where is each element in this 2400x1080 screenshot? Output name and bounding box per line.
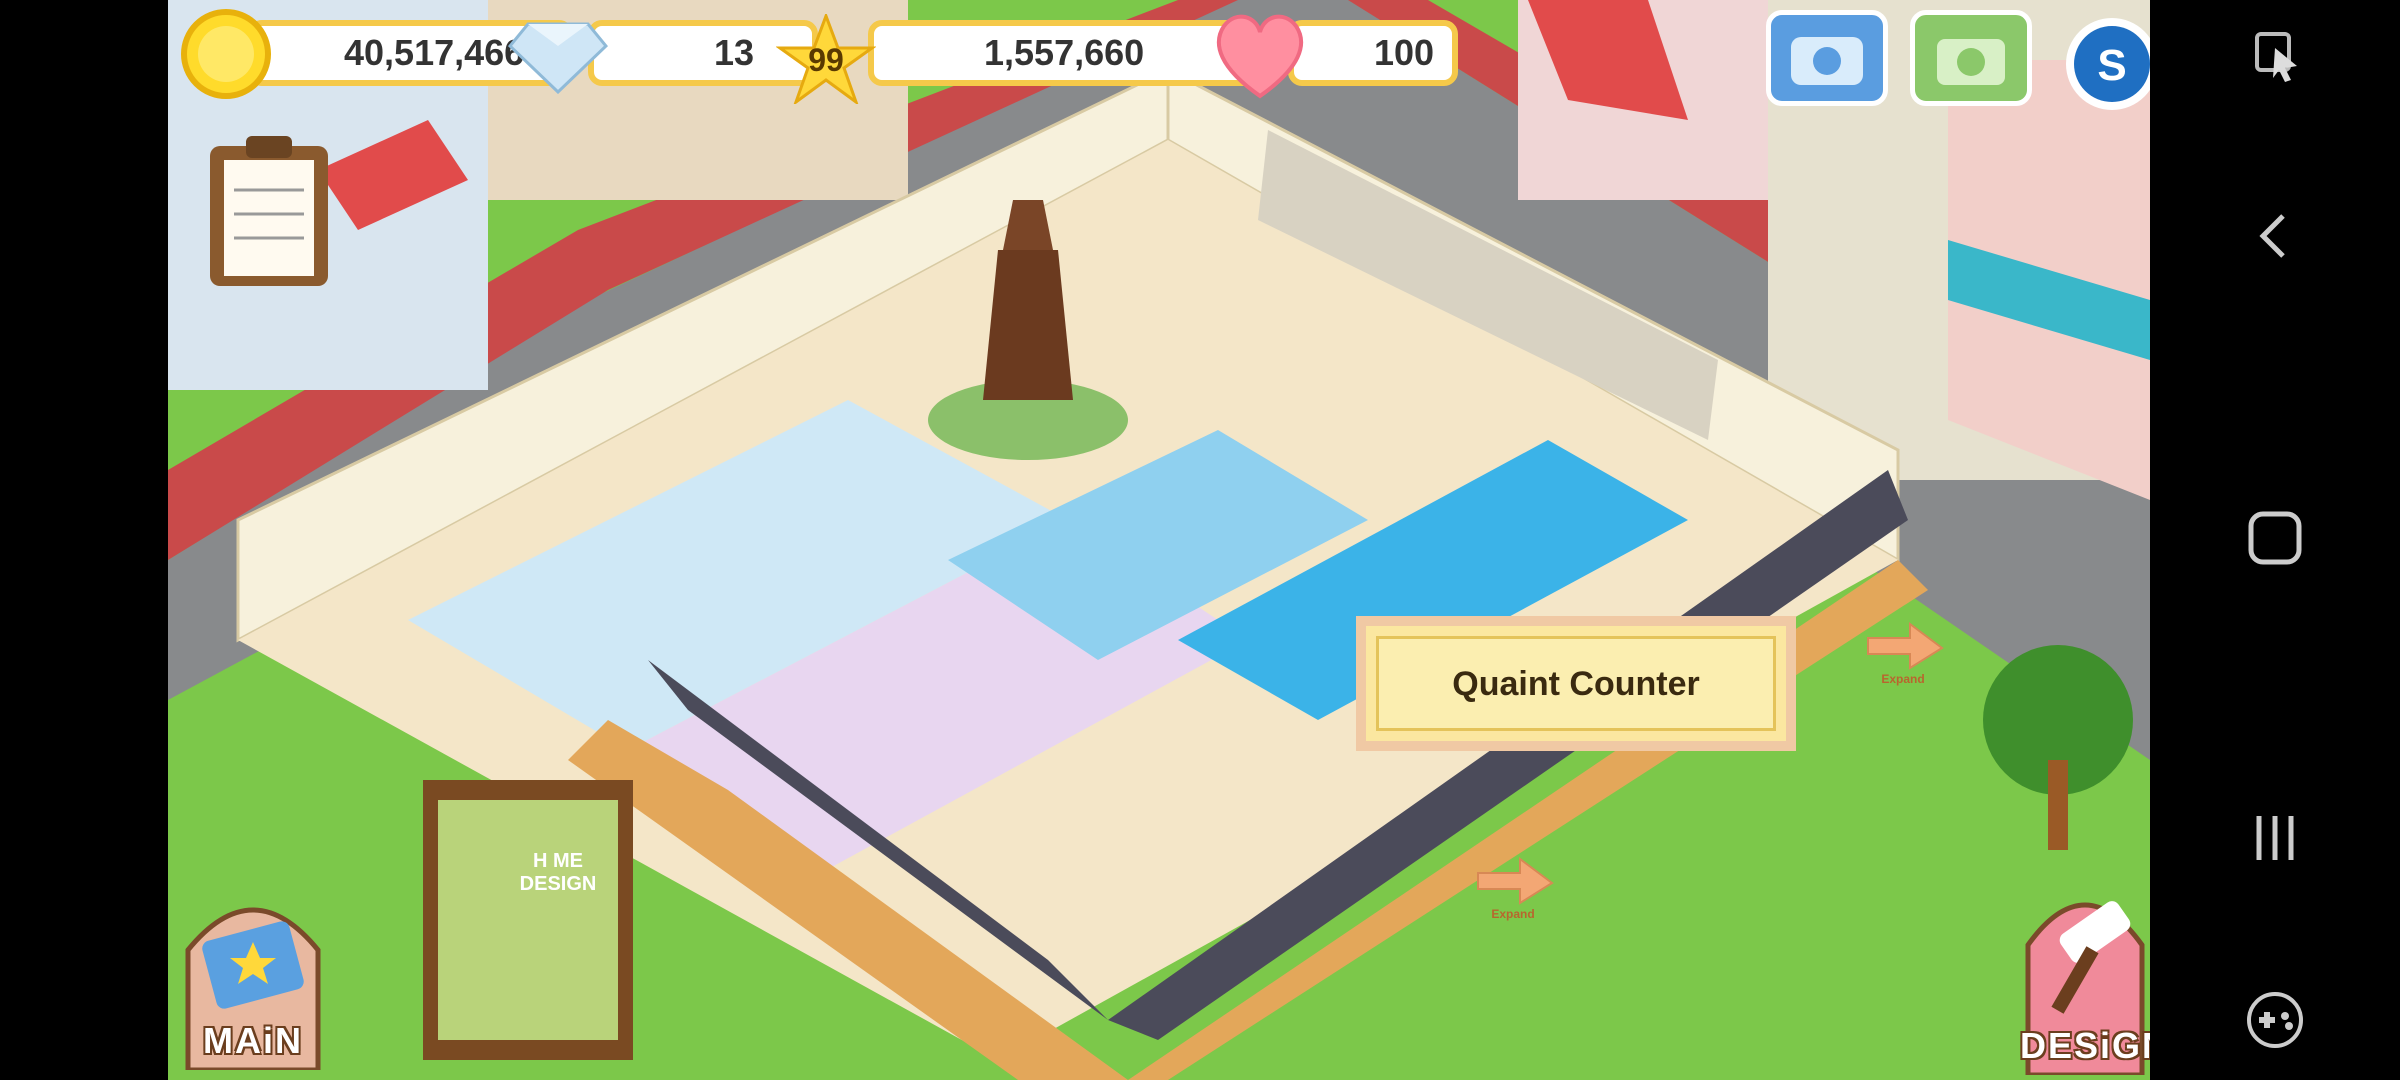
expand-front-arrow[interactable]: Expand [1468, 855, 1558, 925]
diamond-icon [508, 22, 608, 94]
system-navbar [2150, 0, 2400, 1080]
square-icon [2248, 511, 2302, 565]
hearts-counter[interactable]: 100 [1288, 20, 1458, 86]
arrow-icon [1477, 857, 1554, 905]
recents-button[interactable] [2245, 808, 2305, 868]
camera-button[interactable] [1910, 10, 2032, 106]
game-tools-button[interactable] [2245, 990, 2305, 1050]
expand-right-arrow[interactable]: Expand [1858, 620, 1948, 690]
billboard-line-1: H ME [533, 850, 583, 872]
image-cursor-icon [2255, 32, 2297, 82]
expand-label: Expand [1491, 907, 1535, 921]
design-label: DESiGN [2020, 1025, 2150, 1066]
clipboard-icon[interactable] [204, 130, 334, 290]
gems-value: 13 [714, 32, 755, 73]
billboard-line-2: DESIGN [519, 873, 597, 895]
coins-value: 40,517,466 [344, 32, 525, 73]
social-button[interactable]: S [2066, 18, 2150, 110]
expand-label: Expand [1881, 672, 1925, 686]
level-value: 99 [808, 42, 844, 78]
phone-icon [1791, 37, 1863, 85]
svg-text:S: S [2097, 41, 2126, 90]
level-badge: 99 [776, 14, 876, 104]
heart-icon [1216, 14, 1304, 99]
hearts-value: 100 [1374, 32, 1435, 73]
chevron-left-icon [2259, 214, 2285, 258]
home-button[interactable] [2245, 508, 2305, 568]
back-button[interactable] [2245, 206, 2305, 266]
home-design-billboard[interactable]: H ME DESIGN [488, 850, 628, 896]
xp-counter[interactable]: 1,557,660 [868, 20, 1258, 86]
xp-value: 1,557,660 [984, 32, 1145, 73]
arrow-icon [1867, 622, 1944, 670]
restaurant-scene [168, 0, 2150, 1080]
screen-capture-button[interactable] [2245, 26, 2305, 86]
tooltip-label: Quaint Counter [1452, 665, 1700, 703]
main-label: MAiN [203, 1020, 303, 1061]
game-viewport[interactable]: H ME DESIGN 40,517,466 13 1,557,660 99 1… [168, 0, 2150, 1080]
coin-icon [181, 9, 271, 99]
s-logo-icon: S [2074, 26, 2150, 102]
camera-icon [1937, 39, 2005, 85]
item-tooltip: Quaint Counter [1356, 616, 1796, 751]
phone-button[interactable] [1766, 10, 1888, 106]
design-button[interactable]: DESiGN [2020, 875, 2150, 1075]
main-button[interactable]: MAiN [178, 880, 328, 1070]
gamepad-icon [2247, 992, 2303, 1048]
tooltip-inner: Quaint Counter [1376, 636, 1776, 731]
recents-icon [2256, 816, 2294, 860]
